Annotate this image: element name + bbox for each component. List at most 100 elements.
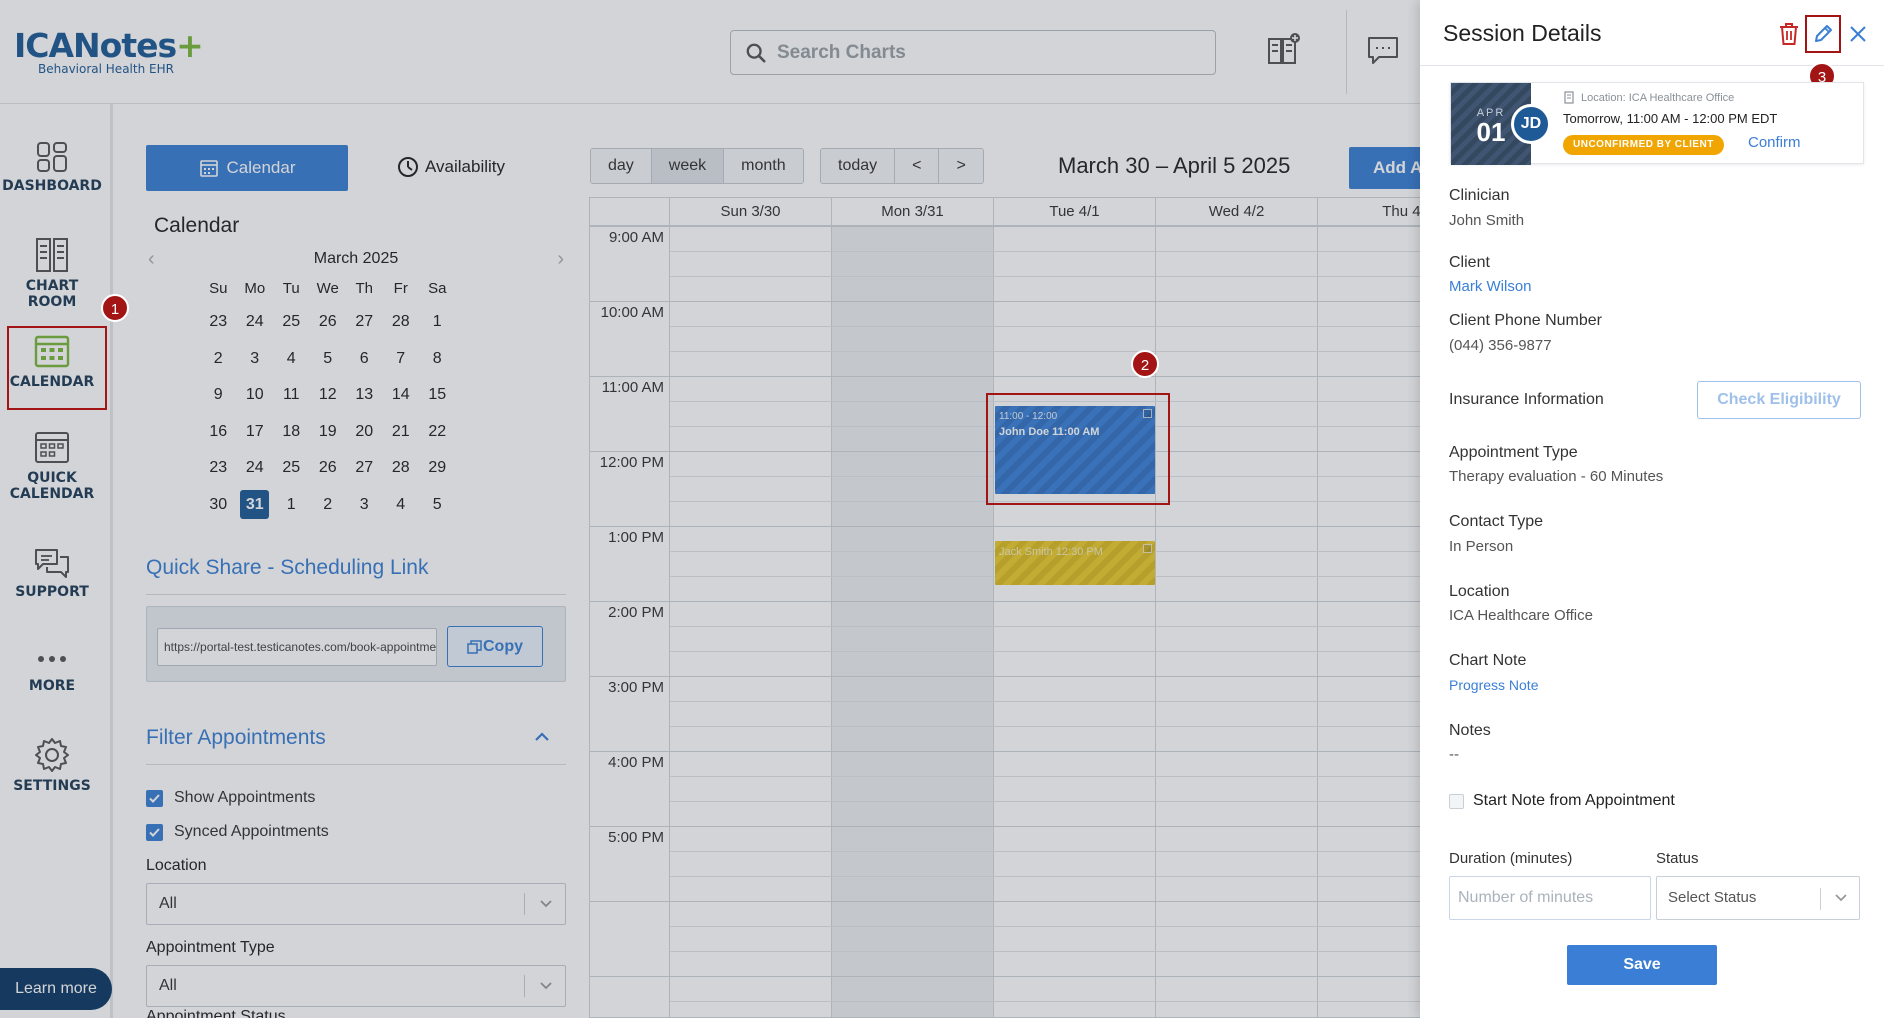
show-appointments-checkbox[interactable]: Show Appointments [146, 789, 315, 807]
confirm-link[interactable]: Confirm [1748, 134, 1801, 151]
mini-cal-day[interactable]: 28 [383, 450, 420, 487]
nav-dashboard[interactable]: DASHBOARD [0, 140, 104, 194]
mini-cal-day[interactable]: 25 [273, 304, 310, 341]
mini-cal-day[interactable]: 27 [346, 304, 383, 341]
today-button[interactable]: today [821, 149, 896, 183]
copy-link-button[interactable]: Copy [447, 626, 543, 667]
hour-gridline [590, 601, 1488, 602]
mini-cal-day[interactable]: 13 [346, 377, 383, 414]
nav-support[interactable]: SUPPORT [0, 546, 104, 600]
mini-cal-day[interactable]: 26 [310, 450, 347, 487]
calendar-small-icon [199, 160, 218, 177]
mini-cal-day[interactable]: 9 [200, 377, 237, 414]
duration-input[interactable]: Number of minutes [1449, 876, 1651, 920]
save-button[interactable]: Save [1567, 945, 1717, 985]
contact-type-label: Contact Type [1449, 513, 1543, 530]
client-link[interactable]: Mark Wilson [1449, 278, 1532, 295]
mini-cal-day[interactable]: 22 [419, 414, 456, 451]
mini-cal-day[interactable]: 3 [346, 487, 383, 524]
view-week-button[interactable]: week [651, 149, 725, 183]
delete-icon[interactable] [1778, 22, 1800, 46]
edit-pencil-icon[interactable] [1812, 23, 1834, 45]
calendar-tab-button[interactable]: Calendar [146, 145, 348, 191]
support-icon [35, 549, 69, 578]
mini-cal-day[interactable]: 1 [273, 487, 310, 524]
prev-month-icon[interactable]: ‹ [148, 244, 155, 274]
progress-note-link[interactable]: Progress Note [1449, 677, 1538, 693]
next-week-button[interactable]: > [939, 149, 983, 183]
day-column-tue[interactable] [994, 226, 1156, 1017]
add-chart-icon[interactable] [1265, 32, 1301, 68]
next-month-icon[interactable]: › [557, 244, 564, 274]
mini-cal-day[interactable]: 26 [310, 304, 347, 341]
nav-chart-room[interactable]: CHART ROOM [0, 236, 104, 310]
appointment-type-select[interactable]: All [146, 965, 566, 1007]
filter-appointments-title[interactable]: Filter Appointments [146, 726, 326, 750]
mini-cal-day[interactable]: 16 [200, 414, 237, 451]
event-type-icon [1143, 544, 1152, 553]
drawer-header: Session Details [1420, 0, 1884, 66]
mini-cal-day[interactable]: 28 [383, 304, 420, 341]
highlight-appointment [986, 393, 1170, 505]
nav-quick-calendar[interactable]: QUICK CALENDAR [0, 428, 104, 502]
mini-cal-day[interactable]: 4 [273, 341, 310, 378]
day-column-sun[interactable] [670, 226, 832, 1017]
check-eligibility-button[interactable]: Check Eligibility [1697, 381, 1861, 419]
status-select[interactable]: Select Status [1656, 876, 1860, 920]
appointment-jack-smith[interactable]: Jack Smith 12:30 PM [995, 541, 1155, 585]
mini-cal-day[interactable]: 7 [383, 341, 420, 378]
mini-cal-day[interactable]: 10 [237, 377, 274, 414]
mini-cal-day[interactable]: 12 [310, 377, 347, 414]
day-column-mon[interactable] [832, 226, 994, 1017]
mini-cal-day[interactable]: 31 [237, 487, 274, 524]
start-note-checkbox[interactable]: Start Note from Appointment [1449, 792, 1675, 810]
mini-cal-day[interactable]: 23 [200, 304, 237, 341]
mini-cal-day[interactable]: 25 [273, 450, 310, 487]
availability-tab-button[interactable]: Availability [397, 156, 505, 178]
mini-cal-day[interactable]: 2 [200, 341, 237, 378]
mini-cal-day[interactable]: 24 [237, 450, 274, 487]
slot-gridline [670, 801, 1488, 802]
mini-cal-day[interactable]: 17 [237, 414, 274, 451]
synced-appointments-checkbox[interactable]: Synced Appointments [146, 823, 329, 841]
search-charts-field[interactable] [730, 30, 1216, 75]
mini-cal-day[interactable]: 23 [200, 450, 237, 487]
mini-cal-day[interactable]: 3 [237, 341, 274, 378]
chevron-down-icon [540, 982, 552, 990]
hour-gridline [590, 301, 1488, 302]
collapse-chevron-icon[interactable] [533, 728, 551, 746]
location-select[interactable]: All [146, 883, 566, 925]
mini-cal-day[interactable]: 30 [200, 487, 237, 524]
messages-icon[interactable] [1365, 32, 1401, 68]
nav-settings[interactable]: SETTINGS [0, 736, 104, 794]
mini-cal-day[interactable]: 8 [419, 341, 456, 378]
mini-cal-day[interactable]: 20 [346, 414, 383, 451]
icanotes-logo[interactable]: ICANotes+ Behavioral Health EHR [14, 28, 204, 77]
mini-cal-day[interactable]: 5 [419, 487, 456, 524]
mini-cal-day[interactable]: 18 [273, 414, 310, 451]
mini-cal-day[interactable]: 21 [383, 414, 420, 451]
mini-cal-day[interactable]: 19 [310, 414, 347, 451]
hour-gridline [590, 826, 1488, 827]
day-column-wed[interactable] [1156, 226, 1318, 1017]
learn-more-button[interactable]: Learn more [0, 968, 112, 1010]
search-input[interactable] [777, 41, 1197, 64]
scheduling-link-field[interactable]: https://portal-test.testicanotes.com/boo… [157, 628, 437, 666]
mini-cal-day[interactable]: 5 [310, 341, 347, 378]
mini-cal-day[interactable]: 1 [419, 304, 456, 341]
hour-gridline [590, 901, 1488, 902]
close-icon[interactable] [1848, 24, 1868, 44]
mini-cal-day[interactable]: 24 [237, 304, 274, 341]
mini-cal-day[interactable]: 11 [273, 377, 310, 414]
mini-cal-day[interactable]: 2 [310, 487, 347, 524]
prev-week-button[interactable]: < [895, 149, 940, 183]
mini-cal-day[interactable]: 29 [419, 450, 456, 487]
mini-cal-day[interactable]: 14 [383, 377, 420, 414]
mini-cal-day[interactable]: 27 [346, 450, 383, 487]
nav-more[interactable]: MORE [0, 644, 104, 694]
mini-cal-day[interactable]: 6 [346, 341, 383, 378]
view-month-button[interactable]: month [724, 149, 803, 183]
mini-cal-day[interactable]: 15 [419, 377, 456, 414]
mini-cal-day[interactable]: 4 [383, 487, 420, 524]
view-day-button[interactable]: day [591, 149, 652, 183]
